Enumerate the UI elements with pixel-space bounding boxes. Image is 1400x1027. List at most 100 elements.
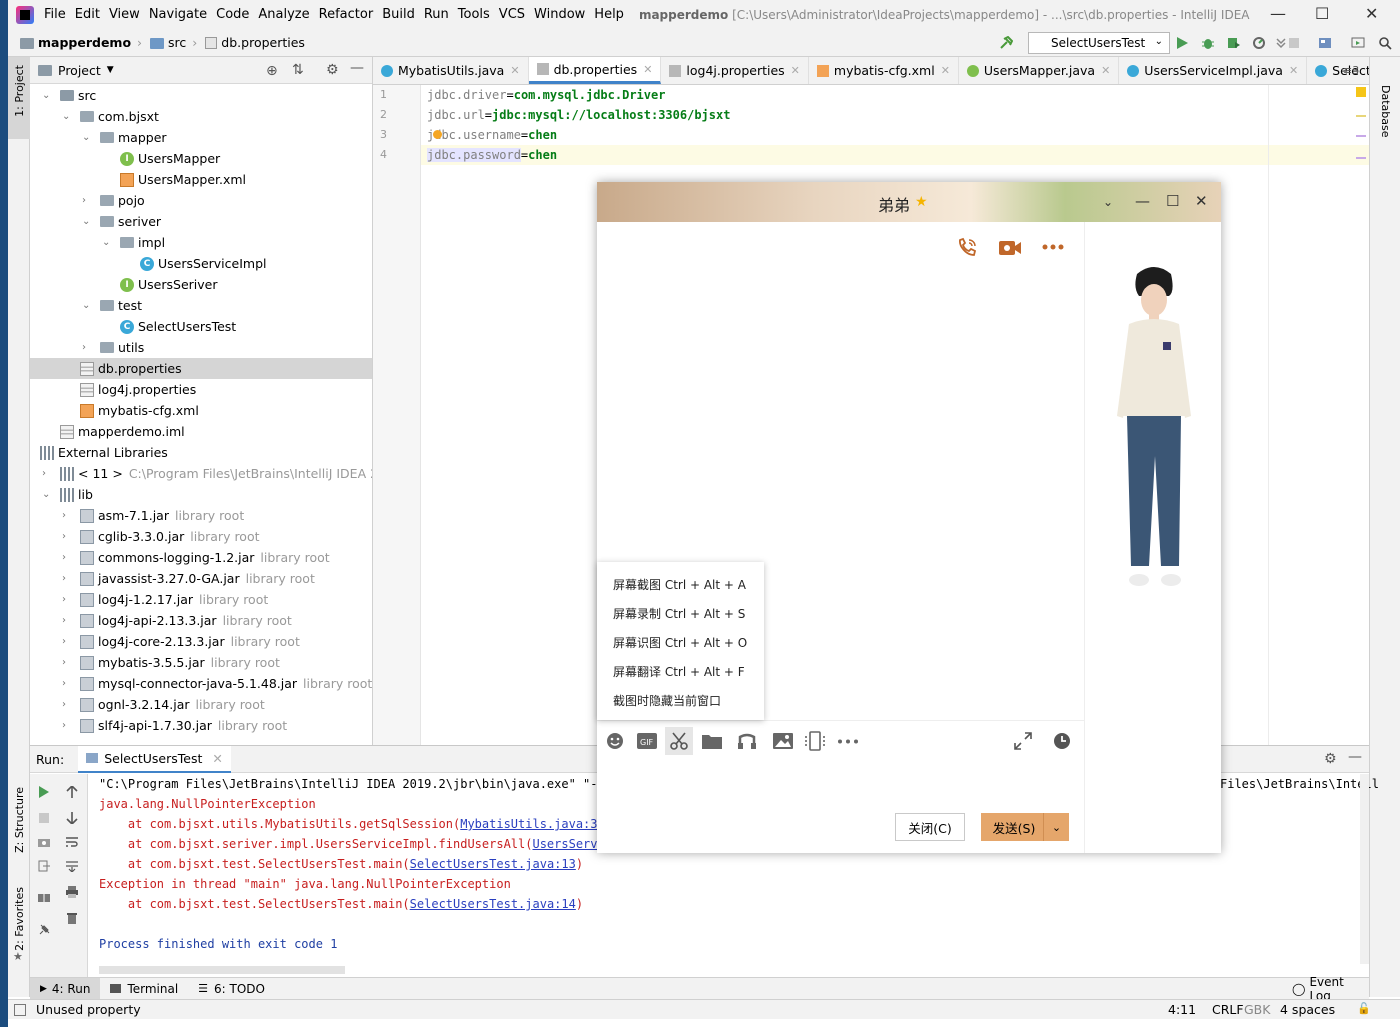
attach-icon[interactable] <box>1274 36 1288 50</box>
console-output[interactable]: "C:\Program Files\JetBrains\IntelliJ IDE… <box>99 774 612 954</box>
event-log-button[interactable]: ◯ Event Log <box>1282 975 1369 1003</box>
structure-tool-label[interactable]: Z: Structure <box>13 787 26 853</box>
run-config-tab[interactable]: SelectUsersTest ✕ <box>78 745 231 773</box>
image-icon[interactable] <box>773 733 793 749</box>
more-tools-icon[interactable] <box>837 739 859 744</box>
send-button[interactable]: 发送(S) ⌄ <box>981 813 1069 841</box>
chevron-down-icon[interactable]: ▼ <box>107 65 114 75</box>
tree-item[interactable]: ⌄ External Libraries <box>30 442 372 463</box>
intention-bulb-icon[interactable] <box>433 130 442 139</box>
tree-expand-arrow[interactable]: › <box>42 468 52 479</box>
exit-icon[interactable] <box>38 860 50 872</box>
tool-window-toggle-icon[interactable] <box>14 1003 26 1016</box>
tree-item[interactable]: › mysql-connector-java-5.1.48.jar library … <box>30 673 372 694</box>
run-configuration-select[interactable]: SelectUsersTest ⌄ <box>1028 32 1170 54</box>
menu-view[interactable]: View <box>109 7 140 22</box>
horizontal-scrollbar[interactable] <box>99 966 345 974</box>
maximize-icon[interactable]: ☐ <box>1166 192 1179 210</box>
gear-icon[interactable]: ⚙ <box>326 62 339 78</box>
trash-icon[interactable] <box>66 912 78 924</box>
tree-item[interactable]: › utils <box>30 337 372 358</box>
menu-item-screen-record[interactable]: 屏幕录制 Ctrl + Alt + S <box>613 605 745 622</box>
expand-icon[interactable] <box>1014 732 1032 750</box>
breadcrumb-src[interactable]: src › <box>150 35 197 50</box>
hide-panel-icon[interactable]: — <box>350 60 364 76</box>
tree-expand-arrow[interactable]: › <box>62 573 72 584</box>
editor-tab[interactable]: log4j.properties ✕ <box>661 57 809 84</box>
favorites-tool-label[interactable]: 2: Favorites <box>13 887 26 951</box>
code-line[interactable]: jdbc.url=jdbc:mysql://localhost:3306/bjs… <box>427 105 730 125</box>
warning-indicator-icon[interactable] <box>1356 87 1366 97</box>
scroll-to-end-icon[interactable] <box>66 860 78 872</box>
tree-expand-arrow[interactable]: ⌄ <box>102 237 112 248</box>
editor-tab[interactable]: UsersMapper.java ✕ <box>959 57 1120 84</box>
tree-item[interactable]: › slf4j-api-1.7.30.jar library root <box>30 715 372 736</box>
tree-expand-arrow[interactable]: › <box>62 678 72 689</box>
tree-item[interactable]: › pojo <box>30 190 372 211</box>
emoji-icon[interactable] <box>606 732 624 750</box>
tree-item[interactable]: ⌄ seriver <box>30 211 372 232</box>
collapse-all-icon[interactable]: ⇅ <box>292 62 304 78</box>
tree-item[interactable]: › < 11 > C:\Program Files\JetBrains\Intell… <box>30 463 372 484</box>
tree-item[interactable]: › mybatis-3.5.5.jar library root <box>30 652 372 673</box>
tree-item[interactable]: db.properties <box>30 358 372 379</box>
soft-wrap-icon[interactable] <box>66 836 78 848</box>
tree-item[interactable]: › commons-logging-1.2.jar library root <box>30 547 372 568</box>
tab-run[interactable]: ▶ 4: Run <box>30 977 101 1000</box>
stack-trace-link[interactable]: SelectUsersTest.java:13 <box>410 857 576 871</box>
print-icon[interactable] <box>66 886 78 898</box>
menu-window[interactable]: Window <box>534 7 585 22</box>
tree-item[interactable]: › log4j-1.2.17.jar library root <box>30 589 372 610</box>
menu-refactor[interactable]: Refactor <box>319 7 374 22</box>
build-hammer-icon[interactable] <box>999 36 1013 50</box>
tree-expand-arrow[interactable]: ⌄ <box>62 111 72 122</box>
project-view-selector[interactable]: Project <box>58 63 101 78</box>
lock-icon[interactable]: 🔓 <box>1357 1002 1371 1015</box>
stack-trace-link[interactable]: SelectUsersTest.java:14 <box>410 897 576 911</box>
tree-expand-arrow[interactable]: › <box>62 720 72 731</box>
tree-item[interactable]: I UsersMapper <box>30 148 372 169</box>
menu-vcs[interactable]: VCS <box>499 7 525 22</box>
tree-item[interactable]: › asm-7.1.jar library root <box>30 505 372 526</box>
tree-item[interactable]: mapperdemo.iml <box>30 421 372 442</box>
gif-icon[interactable]: GIF <box>637 733 657 749</box>
menu-item-screen-capture[interactable]: 屏幕截图 Ctrl + Alt + A <box>613 576 746 593</box>
close-tab-icon[interactable]: ✕ <box>510 64 519 77</box>
send-options-chevron-icon[interactable]: ⌄ <box>1043 813 1069 841</box>
contact-name[interactable]: 弟弟 <box>878 192 910 216</box>
marker-stripe[interactable] <box>1356 115 1366 117</box>
tree-item[interactable]: I UsersSeriver <box>30 274 372 295</box>
editor-tab[interactable]: mybatis-cfg.xml ✕ <box>809 57 959 84</box>
tree-item[interactable]: mybatis-cfg.xml <box>30 400 372 421</box>
tree-expand-arrow[interactable]: › <box>62 657 72 668</box>
close-tab-icon[interactable]: ✕ <box>212 751 222 766</box>
tree-item[interactable]: ⌄ test <box>30 295 372 316</box>
caret-position[interactable]: 4:11 <box>1168 1002 1196 1017</box>
tree-expand-arrow[interactable]: › <box>62 615 72 626</box>
tree-item[interactable]: › javassist-3.27.0-GA.jar library root <box>30 568 372 589</box>
history-clock-icon[interactable] <box>1053 732 1071 750</box>
code-line[interactable]: jdbc.username=chen <box>427 125 557 145</box>
menu-help[interactable]: Help <box>594 7 624 22</box>
stop-icon[interactable] <box>1287 36 1301 50</box>
tree-item[interactable]: › log4j-api-2.13.3.jar library root <box>30 610 372 631</box>
tree-item[interactable]: › cglib-3.3.0.jar library root <box>30 526 372 547</box>
tab-terminal[interactable]: Terminal <box>100 978 188 1000</box>
menu-item-hide-window[interactable]: 截图时隐藏当前窗口 <box>613 692 721 709</box>
tree-item[interactable]: log4j.properties <box>30 379 372 400</box>
stack-trace-link[interactable]: MybatisUtils.java:34 <box>460 817 605 831</box>
tree-expand-arrow[interactable]: › <box>82 195 92 206</box>
menu-run[interactable]: Run <box>424 7 449 22</box>
maximize-button[interactable]: ☐ <box>1315 4 1329 23</box>
close-window-button[interactable]: ✕ <box>1365 4 1378 23</box>
menu-edit[interactable]: Edit <box>75 7 100 22</box>
breadcrumb-file[interactable]: db.properties <box>205 35 305 50</box>
editor-tab[interactable]: UsersServiceImpl.java ✕ <box>1119 57 1308 84</box>
close-tab-icon[interactable]: ✕ <box>941 64 950 77</box>
close-tab-icon[interactable]: ✕ <box>1101 64 1110 77</box>
locate-file-icon[interactable]: ⊕ <box>266 63 278 79</box>
tree-item[interactable]: › ognl-3.2.14.jar library root <box>30 694 372 715</box>
gear-icon[interactable]: ⚙ <box>1324 751 1337 767</box>
run-icon[interactable] <box>1175 36 1189 50</box>
close-tab-icon[interactable]: ✕ <box>1289 64 1298 77</box>
